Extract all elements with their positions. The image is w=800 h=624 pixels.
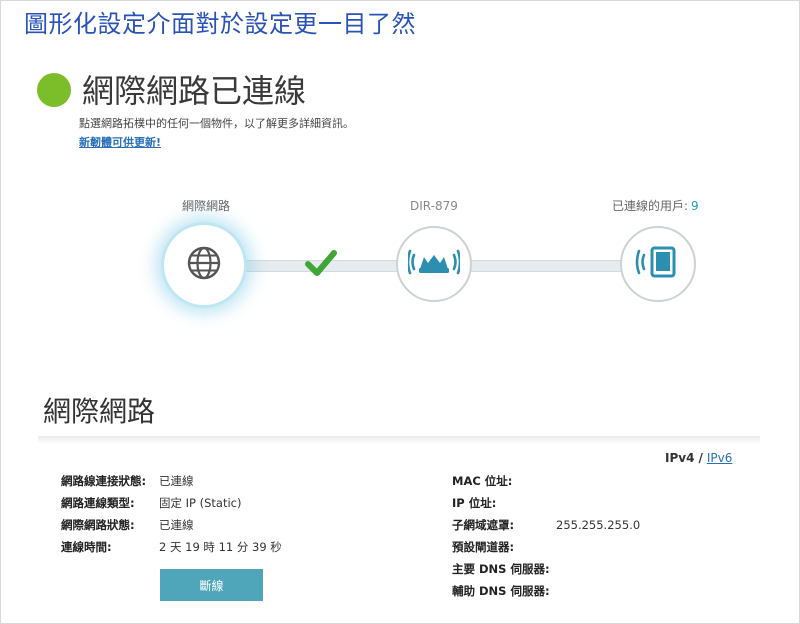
check-icon <box>304 248 338 282</box>
info-key: 預設閘道器: <box>452 540 515 554</box>
ip-version-switch: IPv4 / IPv6 <box>665 451 732 465</box>
router-icon <box>406 245 462 283</box>
info-row-internet-status: 網際網路狀態: 已連線 <box>61 514 282 536</box>
info-value: 2 天 19 時 11 分 39 秒 <box>159 540 282 554</box>
ipv4-tab[interactable]: IPv4 <box>665 451 694 465</box>
ip-tab-separator: / <box>698 451 703 465</box>
topology-hint-text: 點選網路拓樸中的任何一個物件，以了解更多詳細資訊。 <box>79 117 354 130</box>
router-node[interactable] <box>396 226 472 302</box>
info-value: 已連線 <box>159 518 194 532</box>
info-key: 網路線連接狀態: <box>61 474 147 488</box>
info-row-connection-type: 網路連線類型: 固定 IP (Static) <box>61 492 282 514</box>
info-value: 已連線 <box>159 474 194 488</box>
page-title: 網際網路已連線 <box>82 72 307 110</box>
globe-icon <box>183 242 225 288</box>
ipv6-tab[interactable]: IPv6 <box>707 451 733 465</box>
info-key: 子網域遮罩: <box>452 518 515 532</box>
clients-node[interactable] <box>620 226 696 302</box>
info-key: 網路連線類型: <box>61 496 135 510</box>
connection-info-list: 網路線連接狀態: 已連線 網路連線類型: 固定 IP (Static) 網際網路狀態… <box>61 470 282 558</box>
clients-node-label: 已連線的用戶: 9 <box>612 197 699 214</box>
info-row-cable-status: 網路線連接狀態: 已連線 <box>61 470 282 492</box>
clients-label-text: 已連線的用戶: <box>612 199 689 213</box>
clients-count: 9 <box>691 199 699 213</box>
section-divider <box>38 436 760 444</box>
info-row-subnet: 子網域遮罩: 255.255.255.0 <box>452 514 640 536</box>
section-title: 網際網路 <box>43 395 156 428</box>
router-clients-link-line <box>470 260 630 272</box>
internet-node[interactable] <box>161 222 247 308</box>
info-row-uptime: 連線時間: 2 天 19 時 11 分 39 秒 <box>61 536 282 558</box>
info-key: IP 位址: <box>452 496 497 510</box>
info-key: 連線時間: <box>61 540 112 554</box>
internet-node-label: 網際網路 <box>182 199 231 213</box>
connection-status-dot <box>37 73 71 107</box>
firmware-update-link[interactable]: 新韌體可供更新! <box>79 134 161 150</box>
info-key: 主要 DNS 伺服器: <box>452 562 550 576</box>
image-caption: 圖形化設定介面對於設定更一目了然 <box>24 10 416 38</box>
info-key: 網際網路狀態: <box>61 518 135 532</box>
network-info-list: MAC 位址: IP 位址: 子網域遮罩: 255.255.255.0 預設閘道器… <box>452 470 640 602</box>
info-key: 輔助 DNS 伺服器: <box>452 584 550 598</box>
info-row-ip: IP 位址: <box>452 492 640 514</box>
info-row-secondary-dns: 輔助 DNS 伺服器: <box>452 580 640 602</box>
router-node-label: DIR-879 <box>410 199 458 213</box>
disconnect-button[interactable]: 斷線 <box>160 569 263 601</box>
info-value: 固定 IP (Static) <box>159 496 242 510</box>
info-row-primary-dns: 主要 DNS 伺服器: <box>452 558 640 580</box>
info-row-gateway: 預設閘道器: <box>452 536 640 558</box>
info-key: MAC 位址: <box>452 474 513 488</box>
device-icon <box>635 244 681 284</box>
info-value: 255.255.255.0 <box>556 518 641 532</box>
info-row-mac: MAC 位址: <box>452 470 640 492</box>
